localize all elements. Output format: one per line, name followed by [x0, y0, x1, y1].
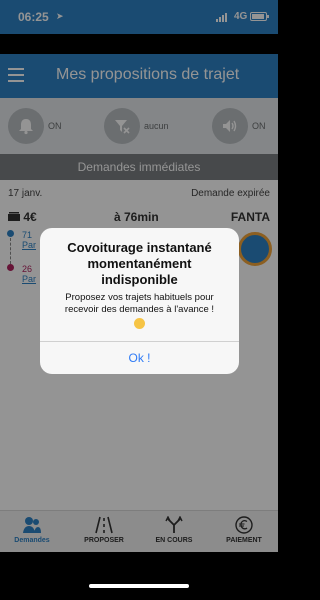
dialog-message: Proposez vos trajets habituels pour rece…: [50, 292, 229, 329]
dialog-title: Covoiturage instantané momentanément ind…: [67, 240, 212, 287]
dialog-message-text: Proposez vos trajets habituels pour rece…: [64, 292, 215, 315]
home-indicator[interactable]: [89, 584, 189, 588]
alert-dialog: Covoiturage instantané momentanément ind…: [40, 228, 239, 374]
ok-button[interactable]: Ok !: [40, 342, 239, 374]
worried-face-icon: [134, 318, 145, 329]
